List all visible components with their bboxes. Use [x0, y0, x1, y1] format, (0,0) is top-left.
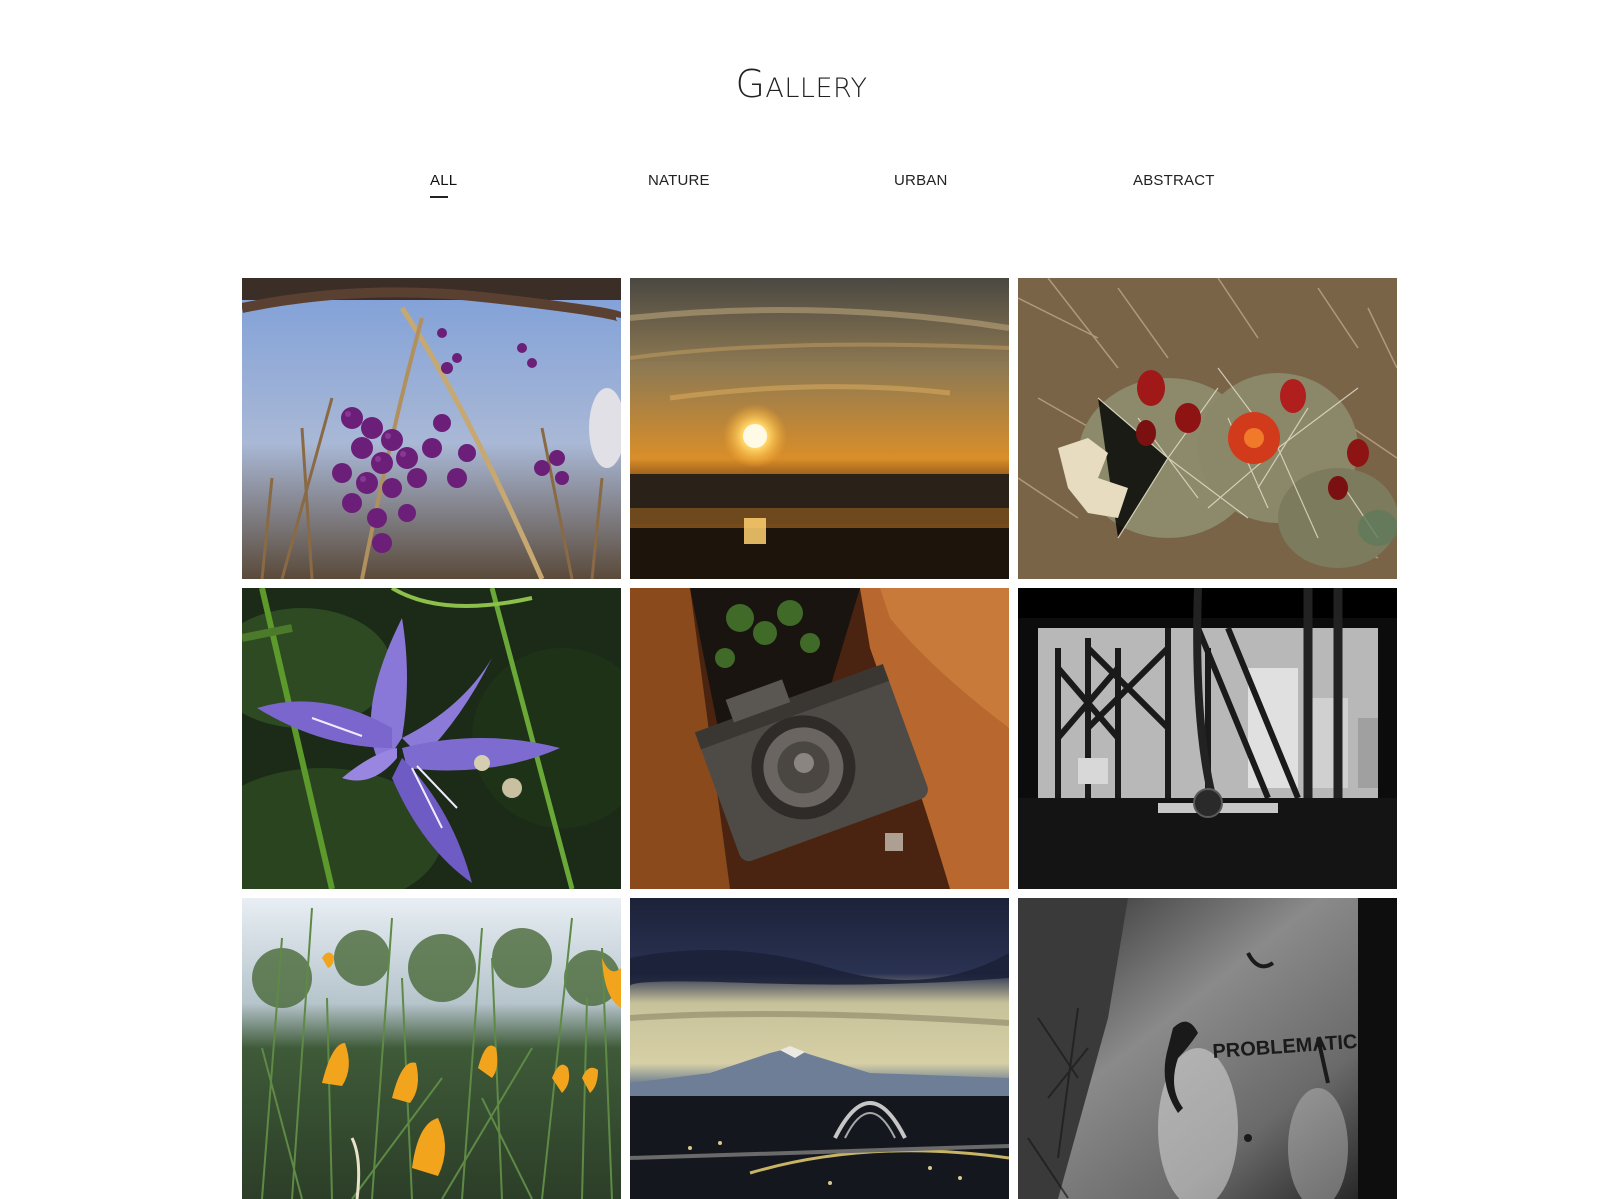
photo-purple-iris[interactable] — [242, 588, 621, 889]
filter-tab-nature[interactable]: NATURE — [648, 172, 710, 189]
photo-rusty-camera[interactable] — [630, 588, 1009, 889]
photo-ocean-sunset[interactable] — [630, 278, 1009, 579]
graffiti-wall-image: PROBLEMATIC — [1018, 898, 1397, 1199]
photo-graffiti-wall[interactable]: PROBLEMATIC — [1018, 898, 1397, 1199]
filter-tab-abstract[interactable]: ABSTRACT — [1133, 172, 1215, 189]
rusty-camera-image — [630, 588, 1009, 889]
page-title: Gallery — [735, 62, 868, 106]
ocean-sunset-image — [630, 278, 1009, 579]
gallery-grid: PROBLEMATIC — [242, 278, 1397, 1199]
filter-tab-urban[interactable]: URBAN — [894, 172, 948, 189]
photo-bridge-interior[interactable] — [1018, 588, 1397, 889]
purple-iris-image — [242, 588, 621, 889]
bridge-interior-image — [1018, 588, 1397, 889]
photo-mountain-bridge[interactable] — [630, 898, 1009, 1199]
cactus-flowers-image — [1018, 278, 1397, 579]
purple-berries-image — [242, 278, 621, 579]
filter-nav: ALL NATURE URBAN ABSTRACT — [0, 172, 1603, 202]
photo-orange-poppies[interactable] — [242, 898, 621, 1199]
filter-tab-all[interactable]: ALL — [430, 172, 457, 198]
photo-purple-berries[interactable] — [242, 278, 621, 579]
photo-cactus-flowers[interactable] — [1018, 278, 1397, 579]
mountain-bridge-image — [630, 898, 1009, 1199]
orange-poppies-image — [242, 898, 621, 1199]
